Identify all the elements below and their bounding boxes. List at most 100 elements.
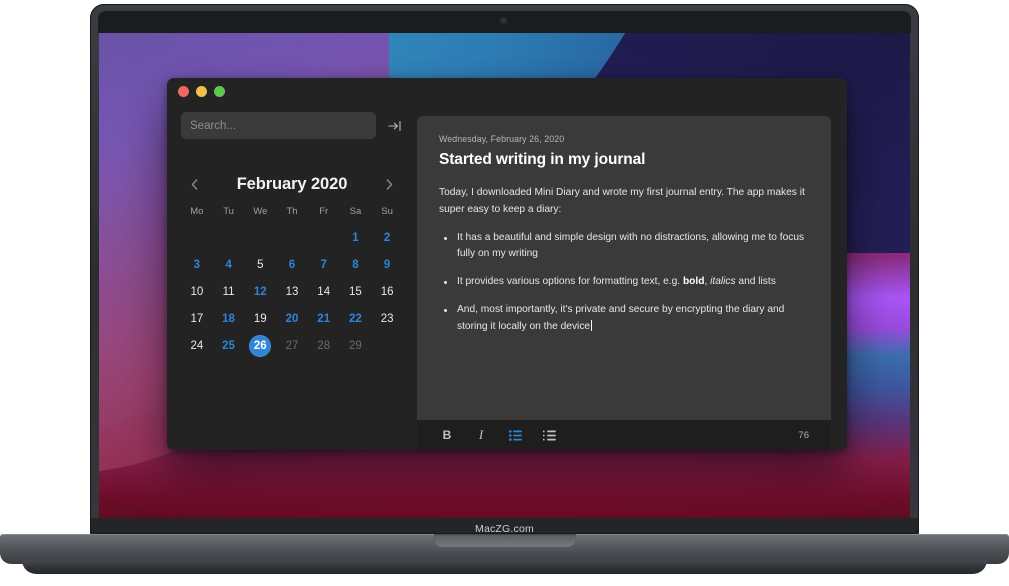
calendar-day-blank bbox=[244, 225, 276, 250]
calendar-day-number: 28 bbox=[317, 339, 331, 352]
search-input[interactable] bbox=[181, 112, 376, 139]
prev-month-button[interactable] bbox=[185, 176, 203, 194]
calendar-day[interactable]: 29 bbox=[340, 333, 372, 358]
calendar-day-number: 10 bbox=[190, 285, 204, 298]
calendar-day[interactable]: 24 bbox=[181, 333, 213, 358]
calendar-day-number: 12 bbox=[253, 285, 267, 298]
calendar-day[interactable]: 17 bbox=[181, 306, 213, 331]
formatting-toolbar: B I 76 bbox=[417, 420, 831, 450]
arrow-to-bar-icon[interactable] bbox=[386, 117, 403, 134]
calendar-day[interactable]: 7 bbox=[308, 252, 340, 277]
next-month-button[interactable] bbox=[381, 176, 399, 194]
calendar-day[interactable]: 18 bbox=[213, 306, 245, 331]
calendar-day[interactable]: 2 bbox=[371, 225, 403, 250]
calendar-day-blank bbox=[308, 225, 340, 250]
calendar-day[interactable]: 5 bbox=[244, 252, 276, 277]
calendar-grid: Mo Tu We Th Fr Sa Su 1 2 3 4 5 6 7 8 9 10 11 12 13 14 15 16 17 1… bbox=[181, 206, 403, 358]
sidebar: February 2020 MoTuWeThFrSaSu123456789101… bbox=[167, 104, 417, 450]
calendar-weekday: Fr bbox=[319, 206, 329, 217]
webcam-icon bbox=[501, 18, 506, 23]
screenshot-stage: February 2020 MoTuWeThFrSaSu123456789101… bbox=[0, 0, 1009, 586]
entry-paragraph[interactable]: Today, I downloaded Mini Diary and wrote… bbox=[439, 185, 809, 219]
entry-date: Wednesday, February 26, 2020 bbox=[439, 134, 565, 144]
calendar-month-title: February 2020 bbox=[236, 175, 348, 193]
minimize-button[interactable] bbox=[196, 85, 207, 97]
ordered-list-icon[interactable] bbox=[541, 427, 557, 443]
calendar-day-number: 9 bbox=[383, 258, 391, 271]
calendar-day-number: 24 bbox=[190, 339, 204, 352]
window-titlebar[interactable] bbox=[167, 78, 847, 104]
calendar-day-number: 3 bbox=[193, 258, 201, 271]
search-row bbox=[181, 112, 403, 139]
calendar-day-blank bbox=[213, 225, 245, 250]
laptop-screen: February 2020 MoTuWeThFrSaSu123456789101… bbox=[99, 33, 910, 523]
entry-bullet-item[interactable]: And, most importantly, it's private and … bbox=[441, 302, 809, 336]
calendar-day-number: 21 bbox=[317, 312, 331, 325]
calendar-day-selected[interactable]: 26 bbox=[244, 333, 276, 358]
calendar-day-number: 6 bbox=[288, 258, 296, 271]
calendar-day-number: 7 bbox=[320, 258, 327, 271]
calendar-day[interactable]: 3 bbox=[181, 252, 213, 277]
calendar-weekday: Th bbox=[286, 206, 298, 217]
calendar-day[interactable]: 19 bbox=[244, 306, 276, 331]
entry-text-segment: and lists bbox=[735, 276, 776, 288]
word-count: 76 bbox=[798, 429, 809, 441]
calendar-weekday: We bbox=[253, 206, 268, 217]
entry-text-segment: It provides various options for formatti… bbox=[457, 276, 683, 288]
laptop-base-notch bbox=[434, 534, 576, 547]
entry-title[interactable]: Started writing in my journal bbox=[439, 151, 809, 169]
calendar-day-number: 14 bbox=[317, 285, 331, 298]
calendar-day-number: 8 bbox=[352, 258, 359, 271]
calendar-day[interactable]: 14 bbox=[308, 279, 340, 304]
calendar-day[interactable]: 15 bbox=[340, 279, 372, 304]
calendar-day-blank bbox=[276, 225, 308, 250]
calendar-day-number: 22 bbox=[349, 312, 362, 325]
calendar-day[interactable]: 20 bbox=[276, 306, 308, 331]
calendar-day[interactable]: 16 bbox=[371, 279, 403, 304]
entry-bullet-item[interactable]: It has a beautiful and simple design wit… bbox=[441, 230, 809, 264]
text-cursor bbox=[591, 319, 593, 331]
editor-pane: Wednesday, February 26, 2020 Started wri… bbox=[417, 104, 847, 450]
italic-button[interactable]: I bbox=[473, 427, 489, 443]
calendar-day[interactable]: 10 bbox=[181, 279, 213, 304]
bullet-list-icon[interactable] bbox=[507, 427, 523, 443]
calendar-day-blank bbox=[181, 225, 213, 250]
calendar-day[interactable]: 4 bbox=[213, 252, 245, 277]
entry-editor[interactable]: Wednesday, February 26, 2020 Started wri… bbox=[417, 116, 831, 420]
calendar-day-number: 29 bbox=[349, 339, 362, 352]
calendar-day-number: 13 bbox=[285, 285, 299, 298]
calendar-weekday: Su bbox=[381, 206, 393, 217]
traffic-lights bbox=[178, 85, 225, 97]
calendar-day[interactable]: 9 bbox=[371, 252, 403, 277]
entry-bullet-list[interactable]: It has a beautiful and simple design wit… bbox=[439, 230, 809, 336]
laptop-base-taper bbox=[22, 560, 987, 574]
calendar-day[interactable]: 11 bbox=[213, 279, 245, 304]
calendar-day[interactable]: 8 bbox=[340, 252, 372, 277]
zoom-button[interactable] bbox=[214, 85, 225, 97]
calendar-day[interactable]: 12 bbox=[244, 279, 276, 304]
calendar-day-number: 11 bbox=[222, 285, 235, 298]
calendar-day[interactable]: 27 bbox=[276, 333, 308, 358]
calendar-day-number: 18 bbox=[222, 312, 235, 325]
calendar-day[interactable]: 6 bbox=[276, 252, 308, 277]
calendar-day-number: 4 bbox=[225, 258, 232, 271]
calendar-weekday: Tu bbox=[223, 206, 234, 217]
calendar-day-number: 27 bbox=[285, 339, 299, 352]
calendar-day[interactable]: 21 bbox=[308, 306, 340, 331]
entry-text-segment: And, most importantly, it's private and … bbox=[457, 304, 785, 332]
calendar-day[interactable]: 23 bbox=[371, 306, 403, 331]
calendar-day[interactable]: 1 bbox=[340, 225, 372, 250]
calendar-day-number: 5 bbox=[257, 258, 264, 271]
calendar-day-number: 17 bbox=[190, 312, 204, 325]
calendar-day[interactable]: 25 bbox=[213, 333, 245, 358]
entry-text-segment: It has a beautiful and simple design wit… bbox=[457, 231, 805, 260]
close-button[interactable] bbox=[178, 85, 189, 97]
entry-bullet-item[interactable]: It provides various options for formatti… bbox=[441, 274, 809, 291]
calendar-day[interactable]: 28 bbox=[308, 333, 340, 358]
calendar-day-number: 2 bbox=[383, 231, 391, 244]
entry-text-segment: italics bbox=[710, 276, 736, 288]
calendar-day-number: 15 bbox=[349, 285, 362, 298]
bold-button[interactable]: B bbox=[439, 427, 455, 443]
calendar-day[interactable]: 22 bbox=[340, 306, 372, 331]
calendar-day[interactable]: 13 bbox=[276, 279, 308, 304]
